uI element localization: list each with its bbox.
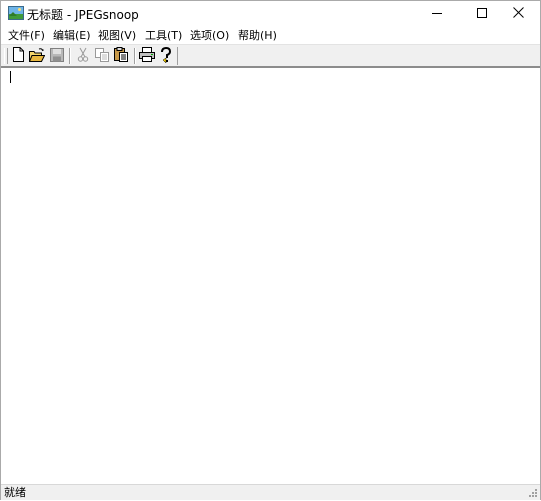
minimize-icon xyxy=(432,8,442,21)
resize-grip-icon[interactable] xyxy=(527,487,538,498)
document-view[interactable] xyxy=(1,66,540,484)
close-icon xyxy=(512,7,524,21)
menu-edit[interactable]: 编辑(E) xyxy=(52,28,92,44)
cut-icon xyxy=(77,47,89,65)
menu-file[interactable]: 文件(F) xyxy=(7,28,46,44)
close-button[interactable] xyxy=(495,1,541,27)
maximize-icon xyxy=(477,7,487,21)
copy-button[interactable] xyxy=(93,47,111,65)
toolbar-grip[interactable] xyxy=(4,48,8,64)
cut-button[interactable] xyxy=(74,47,92,65)
menu-tools[interactable]: 工具(T) xyxy=(144,28,183,44)
open-button[interactable] xyxy=(28,47,46,65)
toolbar-separator xyxy=(69,48,71,64)
save-button[interactable] xyxy=(48,47,66,65)
new-document-icon xyxy=(11,47,25,65)
app-window: 无标题 - JPEGsnoop 文件(F) 编辑(E) 视图(V) 工具(T) … xyxy=(0,0,541,500)
print-icon xyxy=(139,47,155,65)
menu-options[interactable]: 选项(O) xyxy=(189,28,230,44)
toolbar-end-separator xyxy=(177,47,178,65)
help-button[interactable] xyxy=(157,46,175,66)
menu-view[interactable]: 视图(V) xyxy=(97,28,137,44)
window-title: 无标题 - JPEGsnoop xyxy=(27,8,139,22)
help-icon xyxy=(160,46,172,66)
open-folder-icon xyxy=(28,47,46,65)
title-bar[interactable]: 无标题 - JPEGsnoop xyxy=(1,1,540,27)
paste-button[interactable] xyxy=(112,47,130,65)
paste-icon xyxy=(113,47,129,65)
new-button[interactable] xyxy=(9,47,27,65)
toolbar xyxy=(1,44,540,67)
copy-icon xyxy=(94,47,110,65)
minimize-button[interactable] xyxy=(414,1,460,27)
status-text: 就绪 xyxy=(4,486,26,499)
text-caret xyxy=(10,71,11,83)
print-button[interactable] xyxy=(138,47,156,65)
toolbar-separator xyxy=(134,48,136,64)
picture-icon[interactable] xyxy=(8,6,24,20)
menu-help[interactable]: 帮助(H) xyxy=(237,28,278,44)
menu-bar: 文件(F) 编辑(E) 视图(V) 工具(T) 选项(O) 帮助(H) xyxy=(1,27,540,44)
save-icon xyxy=(50,47,64,65)
status-bar: 就绪 xyxy=(1,484,540,500)
